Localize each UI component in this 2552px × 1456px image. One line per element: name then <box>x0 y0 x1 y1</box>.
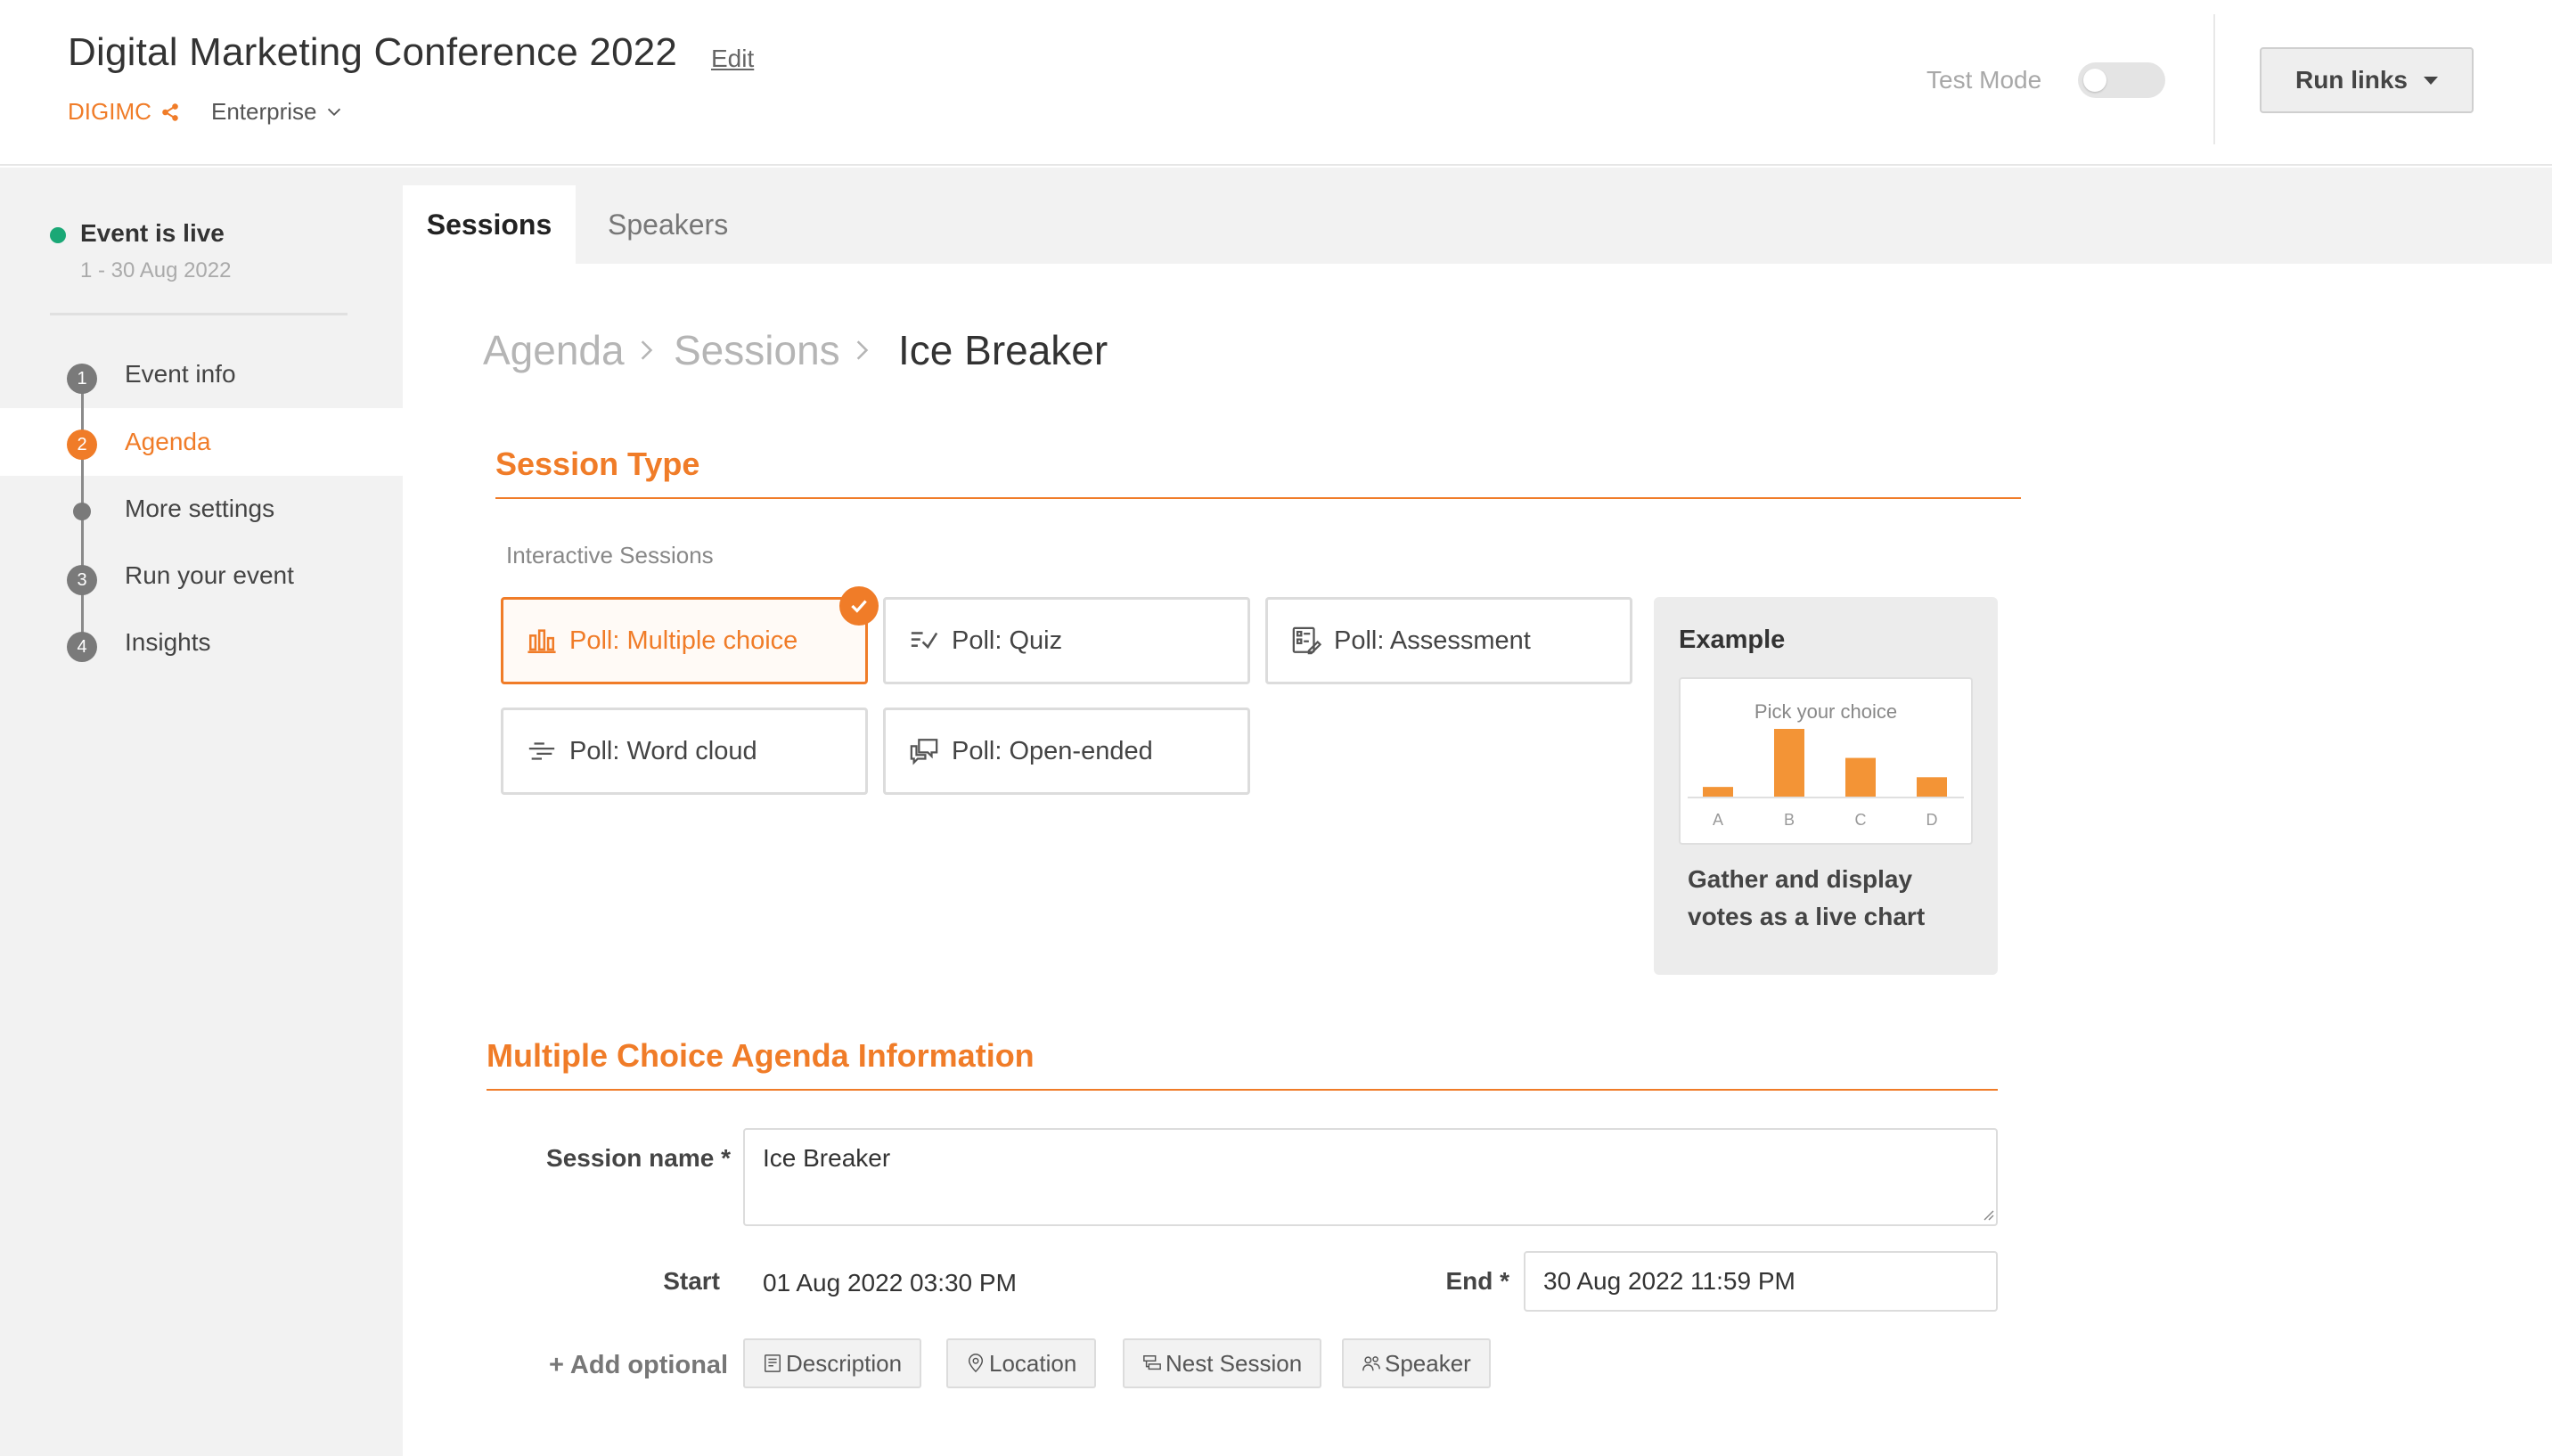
add-location-button[interactable]: Location <box>946 1338 1097 1388</box>
chart-tick-label: C <box>1855 811 1867 829</box>
live-status-dot <box>50 227 66 243</box>
start-datetime[interactable]: 01 Aug 2022 03:30 PM <box>763 1269 1017 1297</box>
poll-type-label: Poll: Assessment <box>1334 626 1531 655</box>
sidebar-item-run-your-event[interactable]: Run your event <box>125 561 294 590</box>
assessment-icon <box>1292 626 1321 655</box>
step-number-1: 1 <box>67 364 97 394</box>
example-description: Gather and display votes as a live chart <box>1688 865 1926 930</box>
org-code-label: DIGIMC <box>68 98 151 125</box>
sidebar-item-event-info[interactable]: Event info <box>125 360 236 389</box>
nest-icon <box>1143 1355 1161 1370</box>
optional-button-label: Nest Session <box>1166 1349 1303 1377</box>
sidebar-item-agenda[interactable]: Agenda <box>125 428 211 456</box>
example-title: Example <box>1679 626 1786 654</box>
chart-bar-a <box>1703 787 1733 797</box>
poll-type-label: Poll: Word cloud <box>569 736 757 765</box>
poll-type-open-ended[interactable]: Poll: Open-ended <box>883 708 1250 795</box>
edit-title-link[interactable]: Edit <box>711 45 754 73</box>
breadcrumb-current: Ice Breaker <box>898 327 1108 373</box>
people-icon <box>1362 1356 1380 1371</box>
chevron-right-icon <box>856 340 869 360</box>
quiz-icon <box>911 632 938 650</box>
step-number-3: 3 <box>67 565 97 595</box>
breadcrumb-agenda[interactable]: Agenda <box>483 326 625 374</box>
poll-type-multiple-choice[interactable]: Poll: Multiple choice <box>501 597 868 684</box>
breadcrumb-sessions[interactable]: Sessions <box>674 326 840 374</box>
start-label: Start <box>663 1267 720 1295</box>
event-dates: 1 - 30 Aug 2022 <box>80 258 232 282</box>
resize-handle-icon[interactable] <box>1982 1208 1994 1221</box>
chevron-right-icon <box>641 340 653 360</box>
plan-dropdown[interactable]: Enterprise <box>211 98 344 126</box>
org-code-share[interactable]: DIGIMC <box>68 98 180 126</box>
step-number-4: 4 <box>67 632 97 662</box>
chart-tick-label: A <box>1713 811 1723 829</box>
chart-tick-label: D <box>1926 811 1938 829</box>
location-pin-icon <box>968 1354 984 1373</box>
poll-type-label: Poll: Multiple choice <box>569 626 798 655</box>
share-icon <box>162 102 178 121</box>
add-speaker-button[interactable]: Speaker <box>1342 1338 1491 1388</box>
event-status: Event is live <box>80 219 225 247</box>
chart-bar-d <box>1917 777 1947 797</box>
poll-type-label: Poll: Open-ended <box>952 736 1153 765</box>
run-links-button[interactable]: Run links <box>2260 47 2474 113</box>
chart-bar-b <box>1774 729 1804 797</box>
step-number-2: 2 <box>67 429 97 460</box>
description-icon <box>765 1354 781 1372</box>
poll-type-word-cloud[interactable]: Poll: Word cloud <box>501 708 868 795</box>
add-description-button[interactable]: Description <box>743 1338 922 1388</box>
test-mode-label: Test Mode <box>1926 66 2042 94</box>
poll-type-label: Poll: Quiz <box>952 626 1063 655</box>
session-name-input[interactable]: Ice Breaker <box>743 1128 1998 1226</box>
add-optional-label: + Add optional <box>549 1351 729 1379</box>
session-type-heading: Session Type <box>495 446 700 482</box>
end-label: End * <box>1445 1267 1509 1295</box>
chart-tick-label: B <box>1784 811 1795 829</box>
interactive-sessions-label: Interactive Sessions <box>506 542 714 568</box>
section-rule <box>487 1089 1998 1091</box>
sidebar-divider <box>50 313 348 315</box>
header-divider <box>2213 14 2215 144</box>
toggle-knob <box>2083 69 2106 92</box>
sidebar-item-insights[interactable]: Insights <box>125 628 211 657</box>
tab-speakers[interactable]: Speakers <box>608 185 728 264</box>
chevron-down-icon <box>327 108 340 116</box>
selected-check-icon <box>839 586 879 626</box>
session-name-label: Session name * <box>546 1144 731 1172</box>
run-links-label: Run links <box>2294 66 2408 94</box>
bar-chart-icon <box>528 629 556 654</box>
caret-down-icon <box>2424 76 2438 85</box>
chat-bubbles-icon <box>910 739 938 765</box>
end-datetime-input[interactable]: 30 Aug 2022 11:59 PM <box>1524 1251 1998 1312</box>
agenda-info-heading: Multiple Choice Agenda Information <box>487 1037 1035 1074</box>
sidebar-item-more-settings[interactable]: More settings <box>125 495 274 523</box>
optional-button-label: Speaker <box>1385 1349 1471 1377</box>
add-nest-session-button[interactable]: Nest Session <box>1123 1338 1322 1388</box>
word-cloud-icon <box>528 742 555 760</box>
plan-label: Enterprise <box>211 98 317 125</box>
tab-sessions[interactable]: Sessions <box>403 185 576 264</box>
poll-type-quiz[interactable]: Poll: Quiz <box>883 597 1250 684</box>
top-header: Digital Marketing Conference 2022 Edit D… <box>0 0 2552 166</box>
test-mode-toggle[interactable] <box>2078 62 2165 98</box>
optional-button-label: Location <box>989 1349 1077 1377</box>
optional-button-label: Description <box>786 1349 903 1377</box>
event-title: Digital Marketing Conference 2022 <box>68 30 678 74</box>
example-bar-chart: A B C D <box>1688 729 1964 829</box>
chart-bar-c <box>1845 757 1876 797</box>
poll-type-assessment[interactable]: Poll: Assessment <box>1265 597 1632 684</box>
section-rule <box>495 497 2021 499</box>
step-substep-dot <box>73 503 91 520</box>
